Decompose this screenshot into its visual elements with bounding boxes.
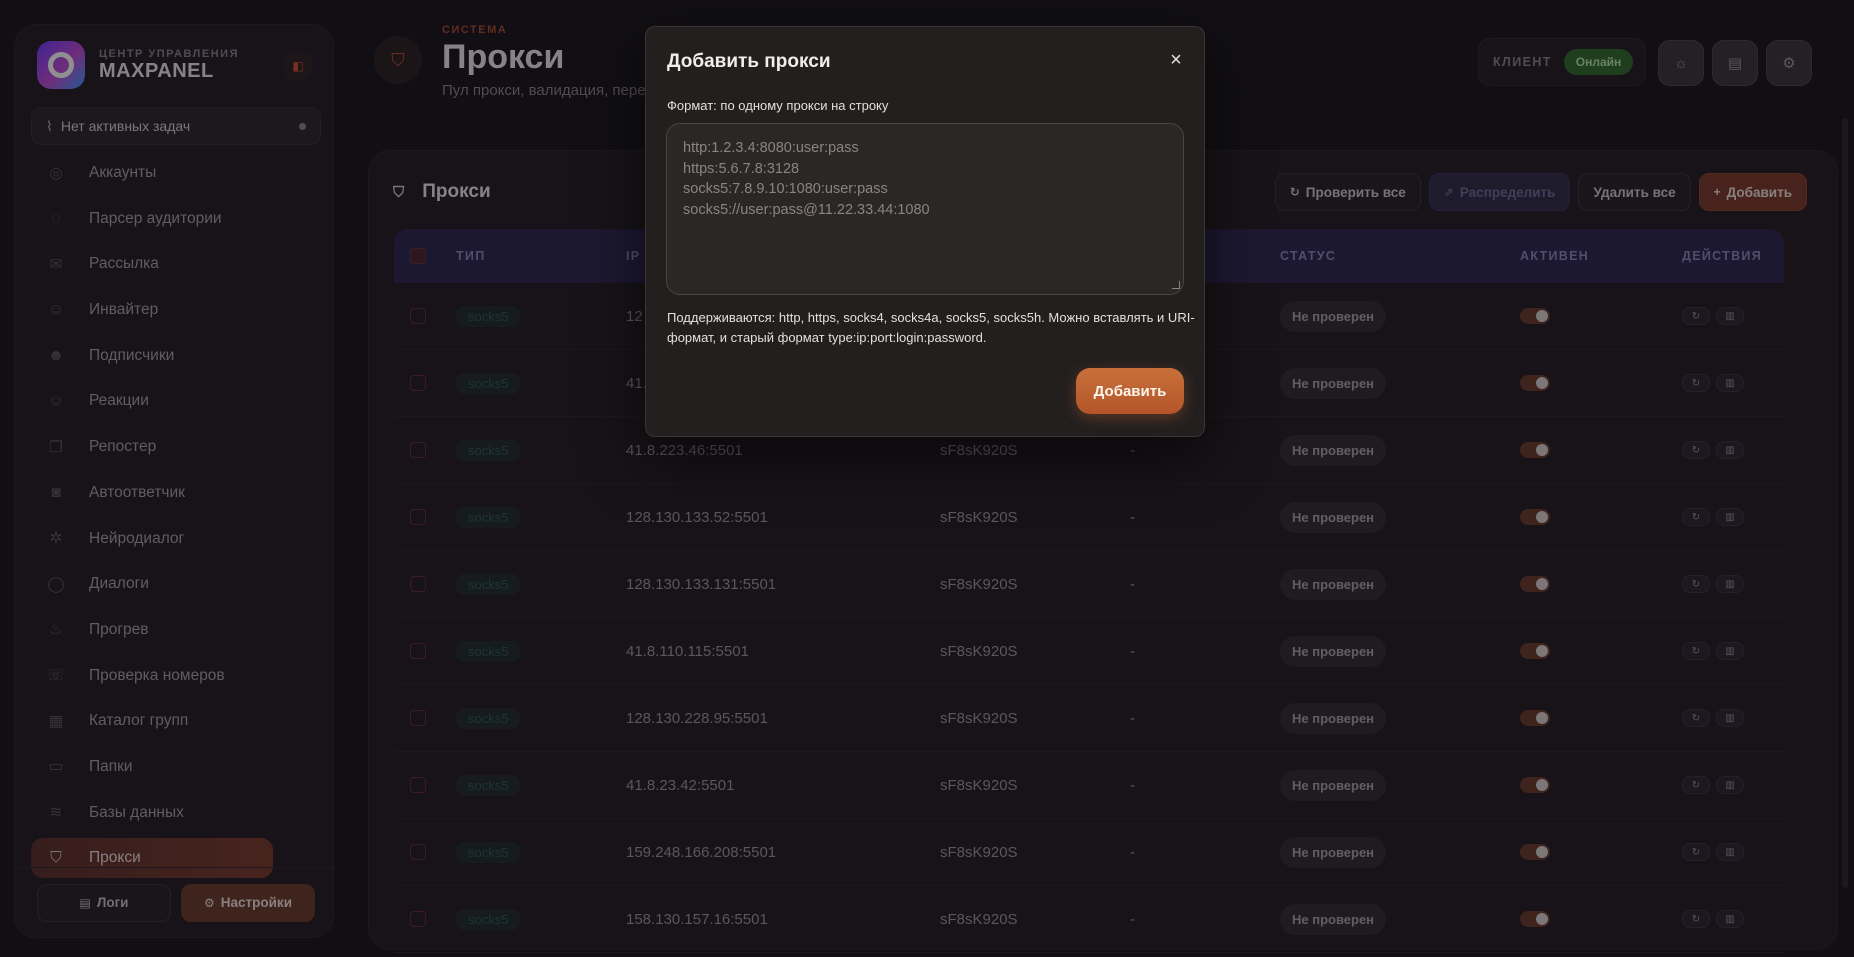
submit-add-button[interactable]: Добавить xyxy=(1076,368,1184,414)
resize-handle-icon[interactable] xyxy=(1172,281,1180,289)
proxy-list-input[interactable] xyxy=(666,123,1184,295)
close-icon[interactable]: × xyxy=(1164,49,1188,72)
format-label: Формат: по одному прокси на строку xyxy=(667,98,889,113)
format-hint: Поддерживаются: http, https, socks4, soc… xyxy=(667,310,1195,345)
add-proxy-modal: Добавить прокси × Формат: по одному прок… xyxy=(645,26,1205,437)
modal-title: Добавить прокси xyxy=(667,51,831,72)
